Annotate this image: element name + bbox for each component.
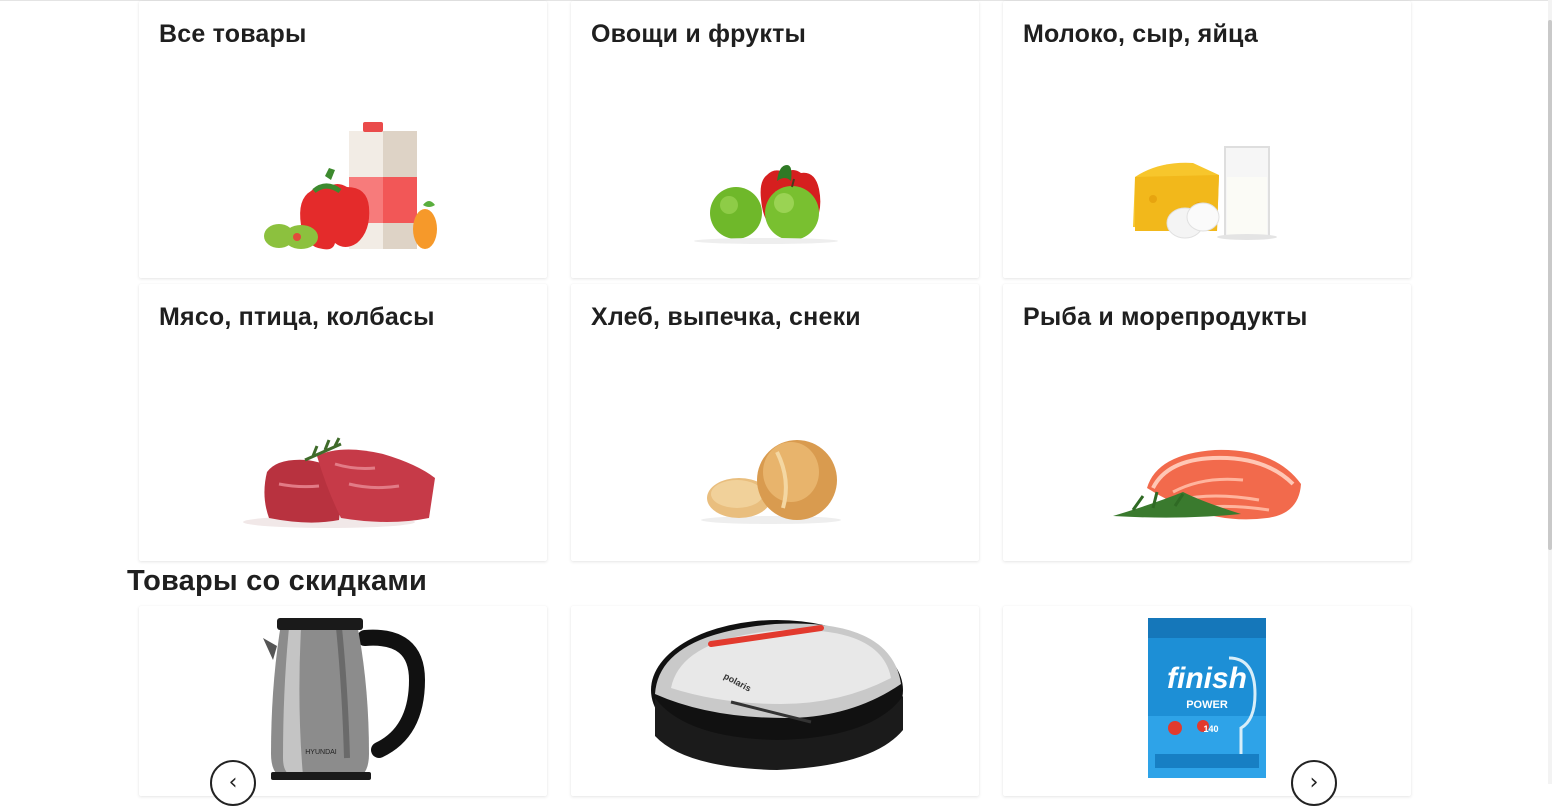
chevron-right-icon: › (1309, 770, 1319, 795)
carousel-prev-button[interactable]: ‹ (210, 760, 256, 806)
category-title: Мясо, птица, колбасы (159, 303, 435, 331)
category-title: Хлеб, выпечка, снеки (591, 303, 861, 331)
product-card-sandwich-maker[interactable]: polaris (571, 606, 979, 796)
category-card-bread-snacks[interactable]: Хлеб, выпечка, снеки (571, 284, 979, 561)
category-title: Овощи и фрукты (591, 20, 807, 48)
scrollbar-thumb[interactable] (1548, 20, 1552, 550)
product-card-kettle[interactable]: HYUNDAI (139, 606, 547, 796)
finish-count-label: 140 (1203, 724, 1218, 734)
electric-kettle-image: HYUNDAI (263, 618, 426, 780)
category-title: Рыба и морепродукты (1023, 303, 1308, 331)
category-card-vegetables-fruits[interactable]: Овощи и фрукты (571, 1, 979, 278)
discounts-section-title: Товары со скидками (127, 565, 428, 597)
product-card-dishwasher-tablets[interactable]: finish POWER 140 (1003, 606, 1411, 796)
category-title: Молоко, сыр, яйца (1023, 20, 1258, 48)
category-card-fish-seafood[interactable]: Рыба и морепродукты (1003, 284, 1411, 561)
kettle-brand-label: HYUNDAI (305, 749, 337, 756)
dishwasher-tablets-image: finish POWER 140 (1148, 618, 1266, 778)
category-card-all[interactable]: Все товары (139, 1, 547, 278)
finish-line-label: POWER (1186, 699, 1228, 711)
finish-brand-label: finish (1167, 662, 1247, 695)
sandwich-maker-image: polaris (651, 620, 903, 770)
category-title: Все товары (159, 20, 307, 48)
category-card-dairy-eggs[interactable]: Молоко, сыр, яйца (1003, 1, 1411, 278)
chevron-left-icon: ‹ (228, 770, 238, 795)
carousel-next-button[interactable]: › (1291, 760, 1337, 806)
category-card-meat[interactable]: Мясо, птица, колбасы (139, 284, 547, 561)
